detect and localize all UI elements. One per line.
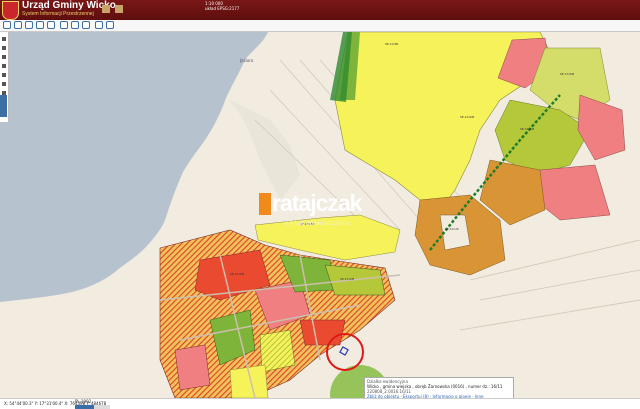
select-icon[interactable] [95,21,103,29]
coord-x: X: 54°44'00.3" [4,401,34,406]
scale-info: 1:10 000 układ EPSG:2177 [205,1,239,11]
map-toolbar [0,20,640,32]
crs-label: PL-1992 [75,399,92,404]
parcel-label: SE.15.RM [340,277,355,281]
info-icon[interactable] [36,21,44,29]
tool-icon[interactable] [2,82,6,86]
tool-icon[interactable] [2,64,6,68]
parcel-label: SE.10.ER [385,42,399,46]
tool-icon[interactable] [2,73,6,77]
parcel-label: SE.14.RM [520,127,535,131]
watermark: ratajczak 14 Lat doświadczenia [259,190,362,227]
app-header: Urząd Gminy Wicko System Informacji Prze… [0,0,640,20]
help-icon[interactable] [115,5,123,13]
tool-icon[interactable] [2,46,6,50]
status-bar: X: 54°44'00.3" Y: 17°31'00.4" X: 764398 … [0,398,640,409]
coord-y: Y: 17°31'00.4" [34,401,64,406]
measure-icon[interactable] [47,21,55,29]
app-subtitle: System Informacji Przestrzennej [22,11,94,17]
edit-icon[interactable] [106,21,114,29]
parcel-label: SE.13.RM [560,72,575,76]
brand-tagline: 14 Lat doświadczenia [285,220,350,227]
brand-logo-icon [259,193,271,215]
lake-label: Jezioro [239,58,254,63]
parcel-label: SE.16.RM [230,272,245,276]
search-icon[interactable] [82,21,90,29]
scale-sub: układ EPSG:2177 [205,6,240,11]
layers-tab[interactable] [0,95,7,117]
pan-icon[interactable] [25,21,33,29]
home-icon[interactable] [102,5,110,13]
parcel-label: SE.10.US [445,227,459,231]
zoom-slider-fill [75,405,95,409]
brand-name: ratajczak [272,190,362,216]
tool-icon[interactable] [2,37,6,41]
zoom-in-icon[interactable] [3,21,11,29]
zoom-slider[interactable] [75,405,110,409]
zoom-out-icon[interactable] [14,21,22,29]
tool-icon[interactable] [2,55,6,59]
parcel-label: SE.10.RM [460,115,475,119]
coat-of-arms-icon [2,1,19,20]
layers-icon[interactable] [71,21,79,29]
print-icon[interactable] [60,21,68,29]
